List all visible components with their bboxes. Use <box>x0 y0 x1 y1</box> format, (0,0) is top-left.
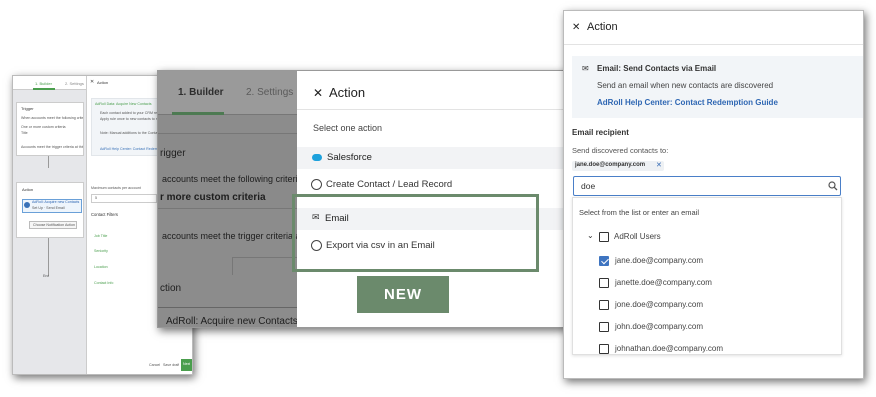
close-icon[interactable]: ✕ <box>313 86 323 100</box>
search-value: doe <box>581 181 596 191</box>
max-contacts-input[interactable]: 5 <box>91 194 157 203</box>
recipient-option[interactable]: john.doe@company.com <box>599 321 829 335</box>
contact-filters-label: Contact Filters <box>91 212 118 217</box>
connector-line <box>48 238 49 276</box>
workflow-canvas-dimmed: 1. Builder 2. Settings rigger accounts m… <box>158 71 325 327</box>
chip-label: jane.doe@company.com <box>575 162 646 168</box>
end-label: End <box>43 274 50 278</box>
next-button[interactable]: Next <box>181 359 192 371</box>
trigger-value: Title <box>21 131 28 135</box>
option-email: john.doe@company.com <box>615 322 704 331</box>
trigger-title: Trigger <box>21 106 34 111</box>
option-email: jane.doe@company.com <box>615 256 704 265</box>
trigger-card[interactable]: rigger accounts meet the following crite… <box>158 133 305 209</box>
divider <box>297 109 566 110</box>
recipient-option[interactable]: janette.doe@company.com <box>599 277 829 291</box>
trigger-desc: accounts meet the following criteria: <box>162 174 306 184</box>
recipient-option[interactable]: johnathan.doe@company.com <box>599 343 829 357</box>
divider <box>564 44 863 45</box>
chip-remove-icon[interactable]: ✕ <box>656 161 662 169</box>
group-checkbox[interactable] <box>599 232 609 242</box>
panel-title: Action <box>329 85 366 100</box>
salesforce-section-header: Salesforce <box>297 147 566 169</box>
filter-chip[interactable]: Seniority <box>94 239 134 253</box>
adroll-icon <box>24 202 30 208</box>
option-checkbox[interactable] <box>599 278 609 288</box>
option-email: johnathan.doe@company.com <box>615 344 724 353</box>
email-search-input[interactable]: doe <box>573 176 841 196</box>
trigger-sub: One or more custom criteria <box>21 125 66 129</box>
trigger-card[interactable]: Trigger When accounts meet the following… <box>16 102 84 156</box>
dropdown-hint: Select from the list or enter an email <box>579 208 700 217</box>
action-card[interactable]: Action AdRoll: Acquire new Contacts Set … <box>16 182 84 238</box>
new-badge: NEW <box>357 276 449 313</box>
search-icon <box>828 181 838 191</box>
tab-settings[interactable]: 2. Settings <box>246 87 293 98</box>
close-icon[interactable]: ✕ <box>572 22 580 33</box>
close-icon[interactable]: ✕ <box>90 79 94 85</box>
action-title: ction <box>160 283 182 294</box>
send-to-label: Send discovered contacts to: <box>572 146 669 155</box>
recipient-chip[interactable]: jane.doe@company.com ✕ <box>572 161 664 171</box>
trigger-title: rigger <box>160 148 186 159</box>
option-checkbox[interactable] <box>599 300 609 310</box>
action-item-label: AdRoll: Acquire new Contacts <box>166 316 298 327</box>
info-desc: Send an email when new contacts are disc… <box>597 81 774 90</box>
trigger-sub: r more custom criteria <box>160 192 266 203</box>
envelope-icon: ✉ <box>582 64 589 73</box>
cancel-button[interactable]: Cancel <box>149 363 160 368</box>
filter-chip[interactable]: Job Title <box>94 224 134 238</box>
info-box: ✉ Email: Send Contacts via Email Send an… <box>572 56 863 118</box>
panel-title: Action <box>587 21 618 33</box>
tab-bar: 1. Builder 2. Settings <box>158 71 297 115</box>
select-action-label: Select one action <box>313 123 383 133</box>
filter-chip[interactable]: Contact Info <box>94 271 134 285</box>
group-label: AdRoll Users <box>614 232 661 241</box>
option-checkbox[interactable] <box>599 344 609 354</box>
connector-line <box>48 156 49 168</box>
option-checkbox[interactable] <box>599 322 609 332</box>
recipient-option[interactable]: jone.doe@company.com <box>599 299 829 313</box>
action-item-sub: Set Up · Send Email <box>32 206 65 210</box>
tab-bar: 1. Builder 2. Settings <box>13 76 86 90</box>
trigger-link[interactable]: Accounts meet the trigger criteria at th… <box>21 145 83 150</box>
divider <box>158 307 297 308</box>
option-email: janette.doe@company.com <box>615 278 712 287</box>
salesforce-label: Salesforce <box>327 152 372 163</box>
option-email: jone.doe@company.com <box>615 300 704 309</box>
radio-button[interactable] <box>311 179 322 190</box>
option-checkbox[interactable] <box>599 256 609 266</box>
action-title: Action <box>22 187 34 192</box>
help-center-link[interactable]: AdRoll Help Center: Contact Redemption G… <box>597 98 778 107</box>
salesforce-cloud-icon <box>312 154 322 161</box>
email-recipient-label: Email recipient <box>572 128 629 137</box>
email-action-panel: ✕ Action ✉ Email: Send Contacts via Emai… <box>563 10 864 379</box>
action-item[interactable]: AdRoll: Acquire new Contacts Set Up · Se… <box>22 199 82 213</box>
tab-underline <box>172 112 224 115</box>
save-draft-button[interactable]: Save draft <box>163 363 179 368</box>
group-adroll-users[interactable]: ⌄ AdRoll Users <box>587 231 737 245</box>
create-contact-option[interactable]: Create Contact / Lead Record <box>311 178 561 192</box>
max-contacts-label: Maximum contacts per account <box>91 186 141 190</box>
action-item-label: AdRoll: Acquire new Contacts <box>32 200 80 204</box>
info-title: Email: Send Contacts via Email <box>597 64 717 73</box>
workflow-canvas: 1. Builder 2. Settings Trigger When acco… <box>13 76 86 374</box>
trigger-desc: When accounts meet the following criteri… <box>21 116 83 120</box>
option-label: Create Contact / Lead Record <box>326 179 453 190</box>
email-highlight-frame <box>292 194 539 272</box>
chevron-down-icon[interactable]: ⌄ <box>587 231 594 240</box>
tab-builder[interactable]: 1. Builder <box>178 87 224 98</box>
tab-builder[interactable]: 1. Builder <box>35 81 52 86</box>
recipient-option[interactable]: jane.doe@company.com <box>599 255 829 269</box>
choose-action-button[interactable]: Choose Notification Action <box>29 221 77 229</box>
tab-settings[interactable]: 2. Settings <box>65 81 84 86</box>
connector-box <box>232 257 297 275</box>
recipient-dropdown: Select from the list or enter an email ⌄… <box>572 197 842 355</box>
tab-underline <box>33 88 55 90</box>
filter-chip[interactable]: Location <box>94 255 134 269</box>
form-title: Action <box>97 80 109 85</box>
